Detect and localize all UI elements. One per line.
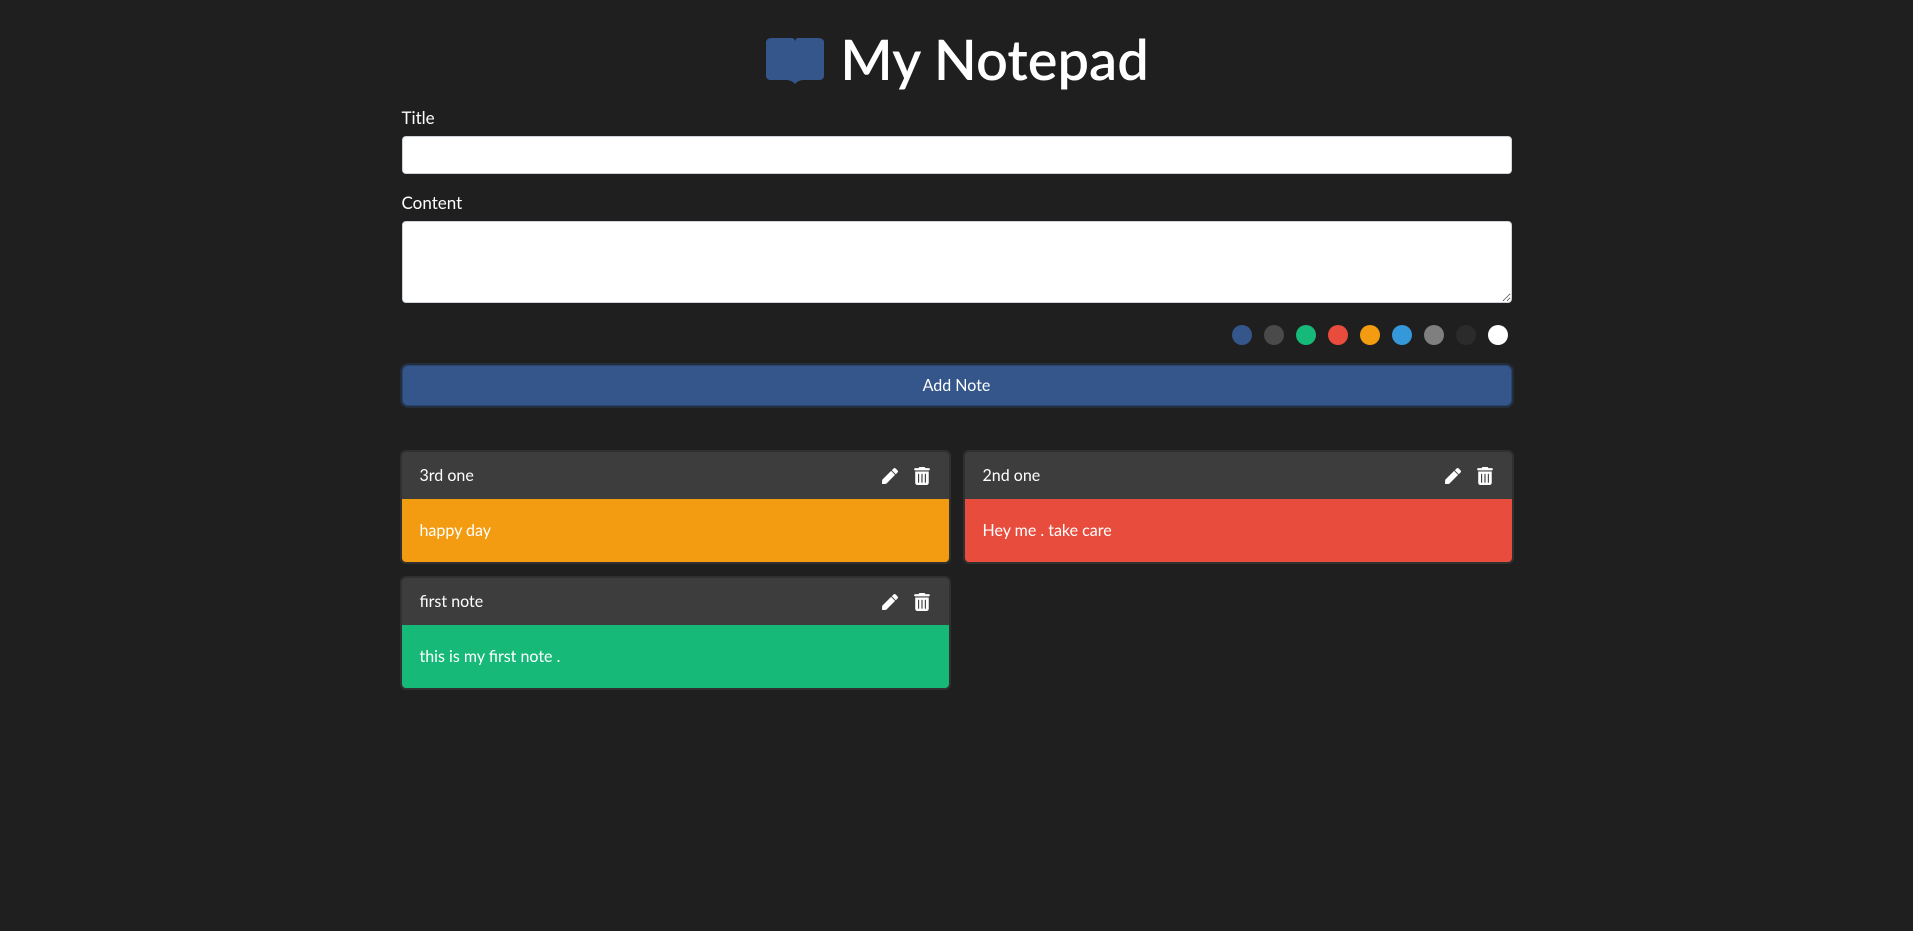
app-title: My Notepad [764,25,1149,92]
color-option-blue-dark[interactable] [1232,325,1252,345]
pencil-icon[interactable] [881,467,899,485]
title-input[interactable] [402,136,1512,174]
app-header: My Notepad [402,0,1512,107]
note-title: 3rd one [420,466,474,485]
content-input[interactable] [402,221,1512,303]
note-actions [881,593,931,611]
note-title: 2nd one [983,466,1041,485]
color-option-orange[interactable] [1360,325,1380,345]
color-option-red[interactable] [1328,325,1348,345]
trash-icon[interactable] [1476,467,1494,485]
color-option-green[interactable] [1296,325,1316,345]
pencil-icon[interactable] [1444,467,1462,485]
note-card: 2nd one Hey me . take care [965,452,1512,562]
trash-icon[interactable] [913,467,931,485]
note-actions [1444,467,1494,485]
note-card: first note this is my first note . [402,578,949,688]
color-picker [402,325,1512,345]
title-label: Title [402,107,1512,128]
book-icon [764,33,826,85]
color-option-gray-dark[interactable] [1264,325,1284,345]
note-title: first note [420,592,484,611]
note-header: 3rd one [402,452,949,499]
trash-icon[interactable] [913,593,931,611]
note-body: this is my first note . [402,625,949,688]
color-option-gray[interactable] [1424,325,1444,345]
color-option-white[interactable] [1488,325,1508,345]
note-card: 3rd one happy day [402,452,949,562]
app-title-text: My Notepad [840,25,1149,92]
pencil-icon[interactable] [881,593,899,611]
note-body: happy day [402,499,949,562]
add-note-button[interactable]: Add Note [402,365,1512,406]
title-field-group: Title [402,107,1512,174]
note-header: 2nd one [965,452,1512,499]
note-header: first note [402,578,949,625]
note-actions [881,467,931,485]
note-body: Hey me . take care [965,499,1512,562]
content-label: Content [402,192,1512,213]
color-option-blue[interactable] [1392,325,1412,345]
content-field-group: Content [402,192,1512,307]
notes-grid: 3rd one happy day 2nd one Hey me . take car… [402,452,1512,688]
color-option-charcoal[interactable] [1456,325,1476,345]
